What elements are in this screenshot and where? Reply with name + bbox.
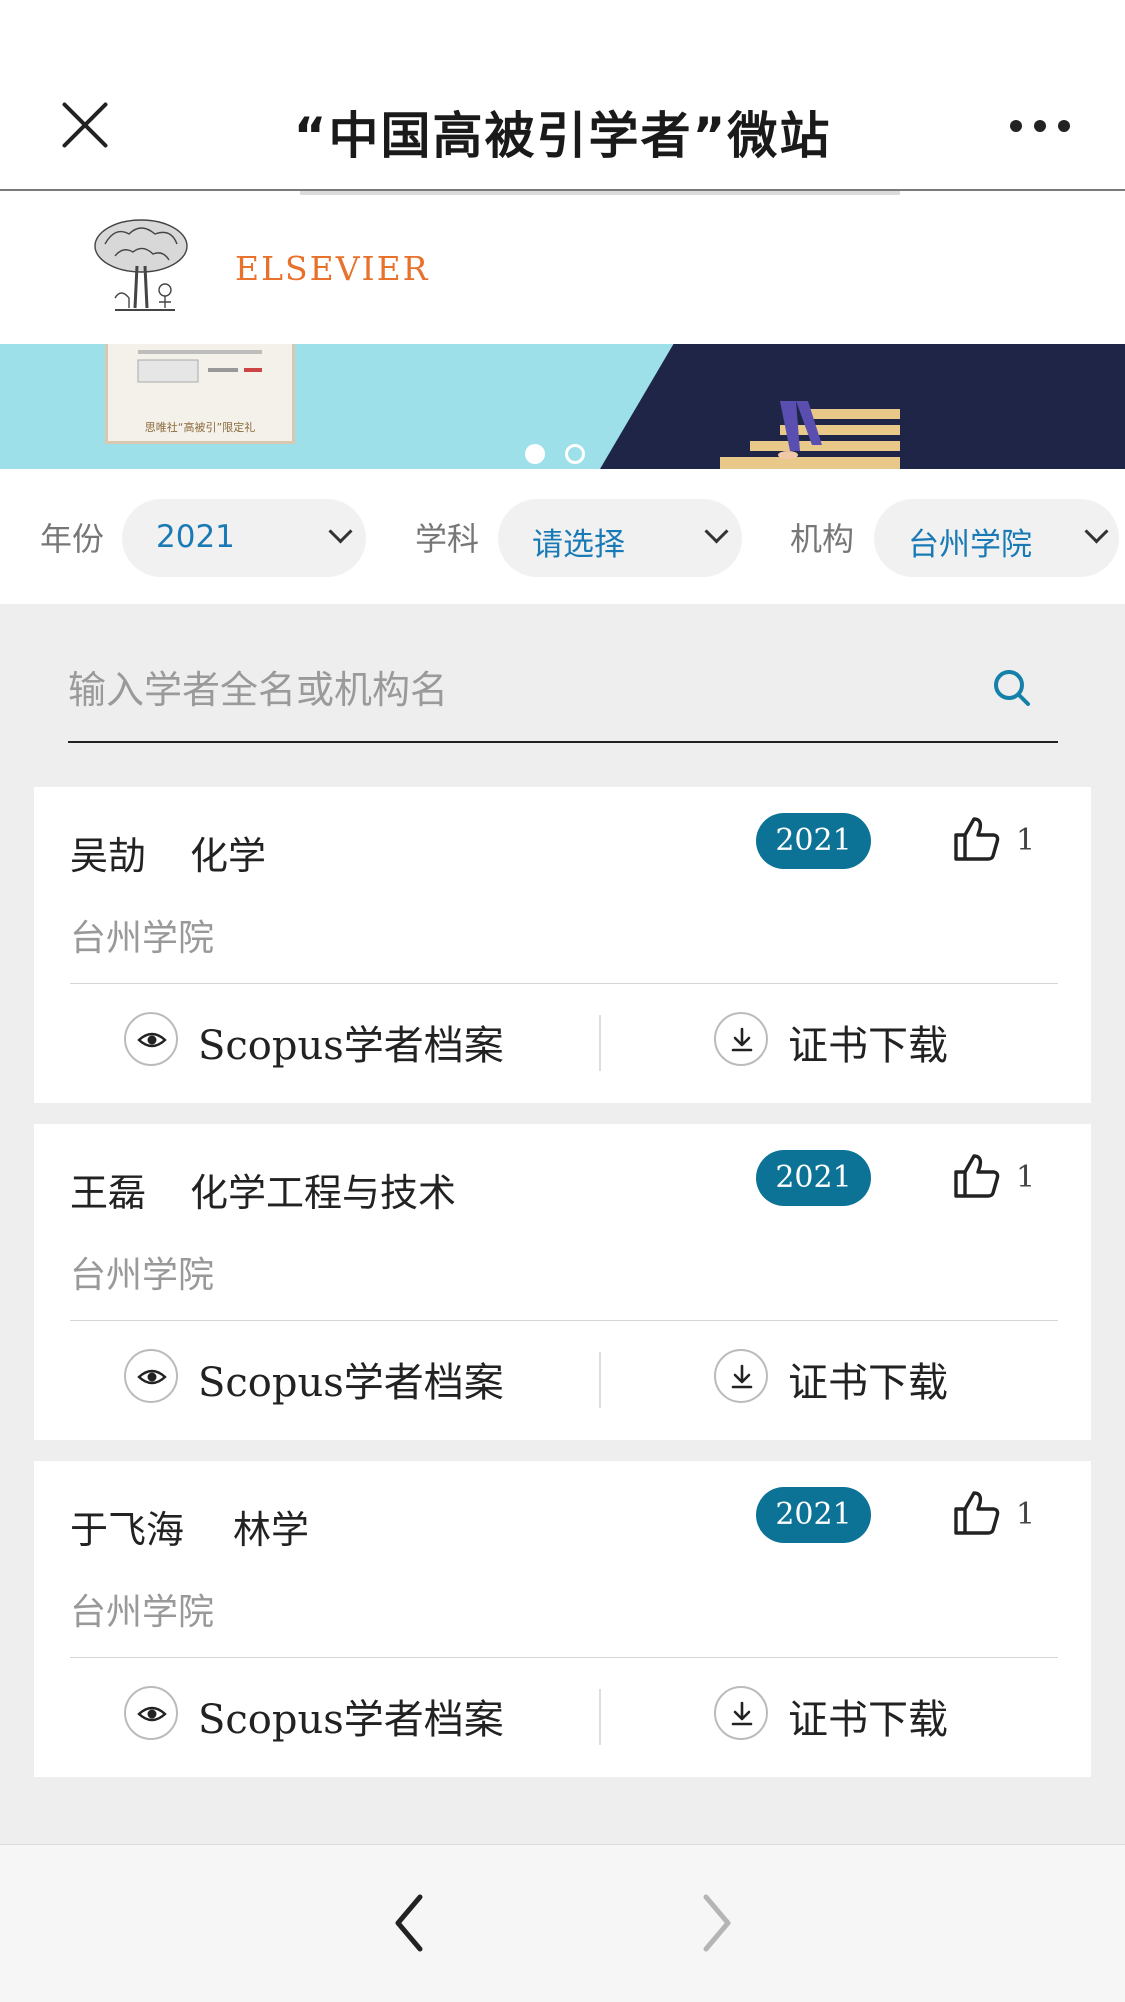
scholar-institution: 台州学院 [70, 1592, 215, 1633]
year-select[interactable]: 2021 [122, 499, 366, 577]
top-bar: “中国高被引学者”微站 [0, 0, 1125, 191]
scopus-profile-label: Scopus学者档案 [198, 1697, 504, 1743]
download-icon [714, 1012, 768, 1066]
scholar-institution: 台州学院 [70, 918, 215, 959]
scholar-name: 于飞海 [70, 1508, 185, 1552]
year-badge: 2021 [756, 1150, 871, 1206]
scholar-institution: 台州学院 [70, 1255, 215, 1296]
certificate-download-button[interactable]: 证书下载 [714, 1657, 994, 1777]
chevron-down-icon [328, 519, 353, 544]
eye-icon [124, 1012, 178, 1066]
scopus-profile-label: Scopus学者档案 [198, 1360, 504, 1406]
filter-bar: 年份 2021 学科 请选择 机构 台州学院 [0, 469, 1125, 604]
scholar-name: 王磊 [70, 1171, 147, 1215]
scopus-profile-button[interactable]: Scopus学者档案 [124, 983, 544, 1103]
institution-select[interactable]: 台州学院 [874, 499, 1119, 577]
certificate-download-label: 证书下载 [788, 1023, 948, 1069]
year-select-value: 2021 [156, 519, 235, 555]
forward-arrow-icon[interactable] [686, 1883, 746, 1963]
scopus-profile-button[interactable]: Scopus学者档案 [124, 1320, 544, 1440]
carousel-dot[interactable] [565, 444, 585, 464]
scopus-profile-button[interactable]: Scopus学者档案 [124, 1657, 544, 1777]
certificate-download-label: 证书下载 [788, 1360, 948, 1406]
eye-icon [124, 1349, 178, 1403]
book-caption: 思唯社“高被引”限定礼 [144, 421, 256, 434]
download-icon [714, 1349, 768, 1403]
subject-select-value: 请选择 [532, 527, 625, 563]
back-arrow-icon[interactable] [380, 1883, 440, 1963]
elsevier-brand: ELSEVIER [235, 249, 430, 288]
carousel-dot-active[interactable] [525, 444, 545, 464]
filter-label-subject: 学科 [415, 520, 480, 558]
subject-select[interactable]: 请选择 [498, 499, 742, 577]
certificate-download-button[interactable]: 证书下载 [714, 1320, 994, 1440]
search-box [68, 655, 1058, 743]
thumbs-up-icon[interactable] [952, 813, 1002, 863]
filter-label-year: 年份 [40, 520, 105, 558]
book-thumbnail: 思唯社“高被引”限定礼 [105, 344, 295, 444]
search-input[interactable] [68, 655, 968, 725]
scholar-field: 化学工程与技术 [190, 1171, 457, 1215]
certificate-download-button[interactable]: 证书下载 [714, 983, 994, 1103]
search-icon[interactable] [993, 669, 1031, 707]
filter-label-institution: 机构 [790, 520, 855, 558]
thumbs-up-icon[interactable] [952, 1487, 1002, 1537]
certificate-download-label: 证书下载 [788, 1697, 948, 1743]
like-count: 1 [1016, 1497, 1036, 1532]
chevron-down-icon [1084, 519, 1109, 544]
scholar-card[interactable]: 王磊 化学工程与技术 2021 1 台州学院 Scopus学者档案 证书下载 [34, 1124, 1091, 1440]
page-title: “中国高被引学者”微站 [293, 107, 832, 165]
scholar-card[interactable]: 于飞海 林学 2021 1 台州学院 Scopus学者档案 证书下载 [34, 1461, 1091, 1777]
year-badge: 2021 [756, 1487, 871, 1543]
scholar-field: 林学 [233, 1508, 310, 1552]
stairs-illustration [720, 401, 900, 469]
scholar-field: 化学 [190, 834, 267, 878]
thumbs-up-icon[interactable] [952, 1150, 1002, 1200]
close-icon[interactable] [60, 100, 110, 150]
more-options-icon[interactable] [1010, 118, 1070, 134]
carousel-dots [525, 444, 595, 468]
eye-icon [124, 1686, 178, 1740]
like-count: 1 [1016, 1160, 1036, 1195]
bottom-nav-bar [0, 1844, 1125, 2002]
institution-select-value: 台州学院 [908, 527, 1032, 563]
scopus-profile-label: Scopus学者档案 [198, 1023, 504, 1069]
scholar-card[interactable]: 吴劼 化学 2021 1 台州学院 Scopus学者档案 证书下载 [34, 787, 1091, 1103]
scholar-name: 吴劼 [70, 834, 147, 878]
like-count: 1 [1016, 823, 1036, 858]
banner-carousel[interactable]: ELSEVIER 思唯社“高被引”限定礼 [0, 191, 1125, 469]
elsevier-tree-logo-icon [94, 219, 188, 311]
download-icon [714, 1686, 768, 1740]
chevron-down-icon [704, 519, 729, 544]
year-badge: 2021 [756, 813, 871, 869]
